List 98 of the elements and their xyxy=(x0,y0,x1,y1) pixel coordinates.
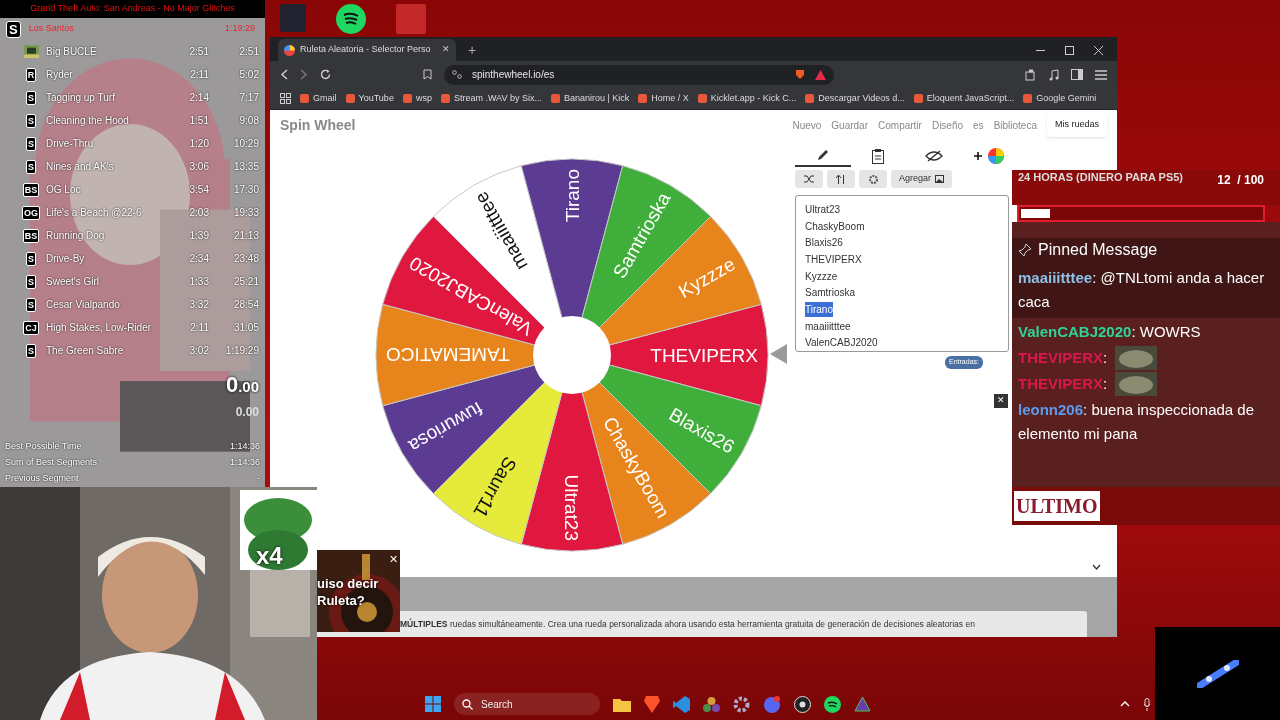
bookmark-link[interactable]: Stream .WAV by Six... xyxy=(440,91,542,106)
bookmark-link[interactable]: Eloquent JavaScript... xyxy=(913,91,1015,106)
sort-button[interactable] xyxy=(827,170,855,188)
apps-icon[interactable] xyxy=(280,93,291,104)
gear-icon[interactable] xyxy=(733,695,750,713)
new-tab-button[interactable]: + xyxy=(460,39,485,61)
bookmark-link[interactable]: Gmail xyxy=(300,91,337,106)
music-app-icon[interactable] xyxy=(336,4,366,34)
bookmark-link[interactable]: Descargar Videos d... xyxy=(805,91,905,106)
reload-icon[interactable] xyxy=(320,69,331,80)
segment-label: Ultrat23 xyxy=(561,474,582,541)
tab-title: Ruleta Aleatoria - Selector Perso xyxy=(300,43,432,57)
address-bar[interactable]: spinthewheel.io/es xyxy=(444,64,834,85)
taskbar-search-field[interactable]: Search xyxy=(454,693,600,715)
game-title: Grand Theft Auto: San Andreas - No Major Glitches xyxy=(30,2,235,16)
entry-text[interactable]: Tirano xyxy=(805,301,833,317)
entry-text[interactable]: Ultrat23 xyxy=(805,201,840,217)
site-logo[interactable]: Spin Wheel xyxy=(280,114,356,136)
pin-icon xyxy=(1018,243,1032,257)
goal-title: 24 HORAS (DINERO PARA PS5) xyxy=(1018,171,1185,183)
entry-text[interactable]: Kyzzze xyxy=(805,268,838,284)
shuffle-icon xyxy=(804,175,814,183)
folder-icon[interactable] xyxy=(613,696,631,712)
search-icon xyxy=(462,698,473,710)
site-settings-icon xyxy=(452,70,462,79)
tab-close-button[interactable]: ✕ xyxy=(442,43,450,57)
pinned-label: Pinned Message xyxy=(1038,240,1158,260)
recorder-icon[interactable] xyxy=(794,695,811,713)
settings-icon xyxy=(867,173,879,185)
bookmark-link[interactable]: wsp xyxy=(402,91,432,106)
chat-app-icon[interactable] xyxy=(763,695,781,713)
entries-box[interactable]: Ultrat23 ChaskyBoom Blaxis26 THEVIPERX Kyzzze Samtrioska Tirano maaiiitttee ValenCABJ2020 xyxy=(795,195,1009,352)
windows-start-icon[interactable] xyxy=(425,696,441,712)
music-app-icon[interactable] xyxy=(824,695,841,713)
forward-icon[interactable] xyxy=(300,69,308,80)
extensions-icon[interactable] xyxy=(1025,68,1037,81)
entry-text[interactable]: Blaxis26 xyxy=(805,235,843,251)
color-wheel-icon xyxy=(988,148,1005,164)
sparkle-icon xyxy=(1196,659,1239,688)
colon: : xyxy=(1103,374,1108,394)
chat-message: leonn206: buena inspeccionada de elemento mi pana xyxy=(1018,400,1255,444)
ad-text: uiso decir Ruleta? xyxy=(317,575,380,609)
bookmark-link[interactable]: YouTube xyxy=(345,91,394,106)
microphone-icon[interactable] xyxy=(1143,697,1151,711)
emote-icon xyxy=(1115,346,1158,370)
tab-favicon xyxy=(284,44,295,56)
colon: : xyxy=(1103,348,1108,368)
bookmark-link[interactable]: Google Gemini xyxy=(1023,91,1097,106)
shuffle-button[interactable] xyxy=(795,170,823,188)
clipboard-icon xyxy=(871,148,886,164)
bookmark-link[interactable]: Home / X xyxy=(638,91,689,106)
segment-label: THEVIPERX xyxy=(650,345,758,366)
wheel-pointer xyxy=(770,344,787,364)
caret-up-icon[interactable] xyxy=(1120,701,1130,707)
nav-link[interactable]: es xyxy=(973,117,984,133)
menu-icon[interactable] xyxy=(1095,69,1107,80)
maximize-icon[interactable] xyxy=(1065,45,1074,55)
nav-link[interactable]: Compartir xyxy=(878,117,922,133)
browser-tab[interactable]: Ruleta Aleatoria - Selector Perso ✕ xyxy=(278,39,456,61)
segment-label: TAMEMATICO xyxy=(386,344,510,365)
chat-message: maaiiitttee: @TNLtomi anda a hacer caca xyxy=(1018,268,1266,312)
goal-count: 12 / 100 xyxy=(1217,172,1264,189)
triangle-app-icon[interactable] xyxy=(854,696,871,712)
entry-text[interactable]: ValenCABJ2020 xyxy=(805,335,878,351)
info-text: MÚLTIPLES ruedas simultáneamente. Crea una rueda personalizada ahora usando esta herramienta gratuita de generación de decisiones aleatorias en xyxy=(400,617,975,631)
nav-link[interactable]: Biblioteca xyxy=(993,117,1037,133)
settings-button[interactable] xyxy=(859,170,887,188)
plus-icon xyxy=(974,152,983,160)
image-icon xyxy=(935,175,945,183)
chevron-down-icon[interactable] xyxy=(1092,564,1101,570)
cluster-icon[interactable] xyxy=(703,695,720,713)
bookmark-link[interactable]: Bananirou | Kick xyxy=(550,91,630,106)
nav-link[interactable]: Nuevo xyxy=(792,117,822,133)
segment-label: Tirano xyxy=(562,169,583,223)
music-icon[interactable] xyxy=(1049,68,1059,81)
back-icon[interactable] xyxy=(280,69,288,80)
bookmark-link[interactable]: Kicklet.app - Kick C... xyxy=(697,91,797,106)
entry-text[interactable]: ChaskyBoom xyxy=(805,218,865,234)
sort-icon xyxy=(836,174,846,184)
close-button[interactable]: ✕ xyxy=(994,394,1008,408)
shield-icon xyxy=(795,69,805,80)
close-icon[interactable] xyxy=(1094,45,1103,55)
bookmark-icon[interactable] xyxy=(423,69,432,80)
entry-text[interactable]: THEVIPERX xyxy=(805,251,862,267)
add-button[interactable]: Agregar xyxy=(891,170,953,188)
last-sub-label: ULTIMO xyxy=(1014,491,1100,521)
pencil-icon xyxy=(815,148,830,162)
emote-icon xyxy=(1115,372,1158,396)
entry-text[interactable]: maaiiitttee xyxy=(805,318,851,334)
triangle-icon xyxy=(815,69,826,80)
sidebar-icon[interactable] xyxy=(1071,69,1083,80)
entry-text[interactable]: Samtrioska xyxy=(805,285,855,301)
nav-link[interactable]: Diseño xyxy=(931,117,964,133)
eye-off-icon xyxy=(924,150,943,162)
my-wheels-button[interactable]: Mis ruedas xyxy=(1047,113,1107,137)
chat-message: ValenCABJ2020: WOWRS xyxy=(1018,322,1201,342)
code-editor-icon[interactable] xyxy=(673,695,690,713)
nav-link[interactable]: Guardar xyxy=(831,117,868,133)
